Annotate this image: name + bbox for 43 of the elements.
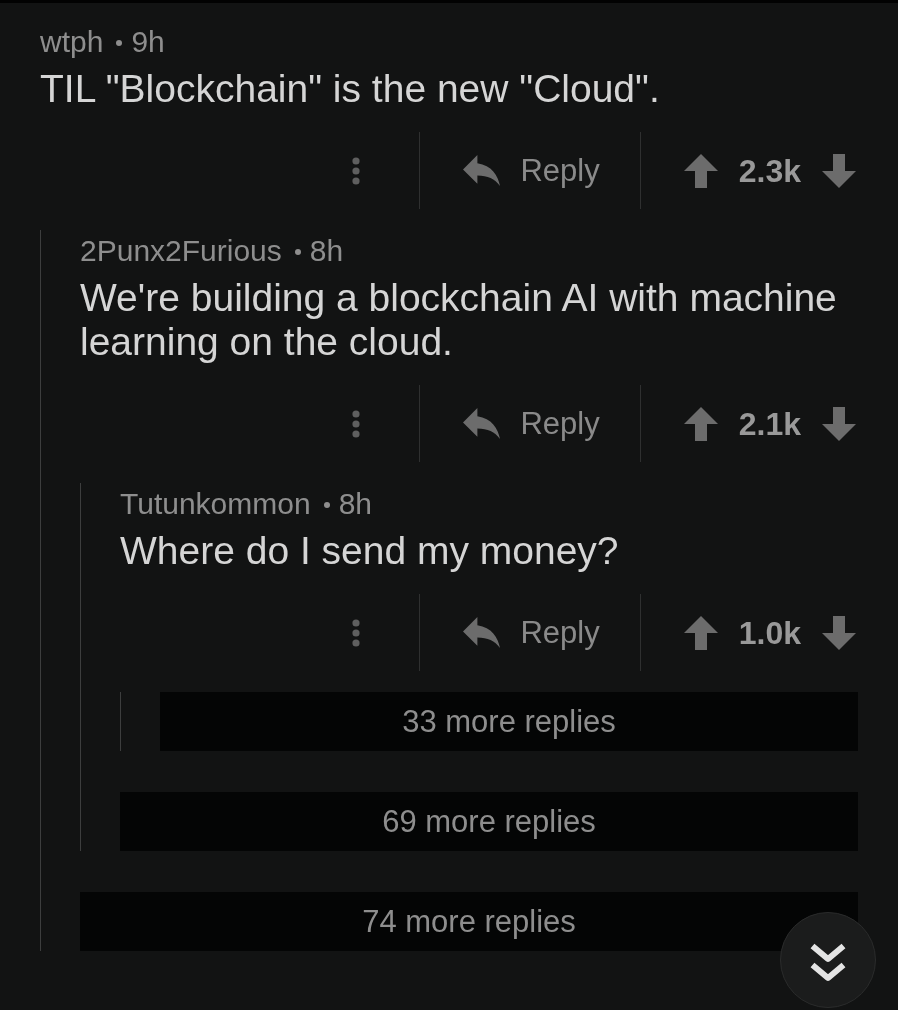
more-replies-button[interactable]: 33 more replies — [160, 692, 858, 751]
more-icon — [352, 409, 361, 438]
reply-button[interactable]: Reply — [461, 150, 602, 191]
comment-author[interactable]: wtph — [40, 27, 104, 57]
comment-author[interactable]: 2Punx2Furious — [80, 236, 282, 266]
reply-button[interactable]: Reply — [461, 612, 602, 653]
vote-score: 2.1k — [738, 405, 801, 442]
reply-icon — [463, 408, 501, 439]
comment-text: Where do I send my money? — [120, 529, 620, 573]
comment-age: 8h — [309, 236, 344, 266]
down-arrow-icon — [822, 406, 856, 441]
up-arrow-icon — [683, 153, 718, 188]
downvote-button[interactable] — [822, 406, 856, 441]
vote-score: 1.0k — [738, 614, 801, 651]
bullet-icon — [323, 502, 330, 508]
double-chevron-down-icon — [809, 942, 847, 982]
comment-author[interactable]: Tutunkommon — [120, 489, 311, 519]
up-arrow-icon — [683, 406, 718, 441]
more-options-button[interactable] — [350, 407, 363, 440]
down-arrow-icon — [822, 615, 856, 650]
comment-text: TIL "Blockchain" is the new "Cloud". — [40, 67, 661, 111]
bullet-icon — [116, 40, 123, 46]
more-replies-button[interactable]: 74 more replies — [80, 892, 858, 951]
reply-button[interactable]: Reply — [461, 403, 602, 444]
upvote-button[interactable] — [683, 615, 718, 650]
down-arrow-icon — [822, 153, 856, 188]
upvote-button[interactable] — [683, 153, 718, 188]
more-replies-button[interactable]: 69 more replies — [120, 792, 858, 851]
upvote-button[interactable] — [683, 406, 718, 441]
downvote-button[interactable] — [822, 153, 856, 188]
vote-score: 2.3k — [738, 152, 801, 189]
downvote-button[interactable] — [822, 615, 856, 650]
bullet-icon — [294, 249, 301, 255]
more-icon — [352, 618, 361, 647]
more-options-button[interactable] — [350, 154, 363, 187]
comment-age: 9h — [131, 27, 165, 57]
more-icon — [352, 156, 361, 185]
more-options-button[interactable] — [350, 616, 363, 649]
reply-icon — [463, 617, 501, 648]
up-arrow-icon — [683, 615, 718, 650]
comment-age: 8h — [338, 489, 372, 519]
reply-icon — [463, 155, 501, 186]
comment-text: We're building a blockchain AI with machine learning on the cloud. — [80, 276, 838, 364]
